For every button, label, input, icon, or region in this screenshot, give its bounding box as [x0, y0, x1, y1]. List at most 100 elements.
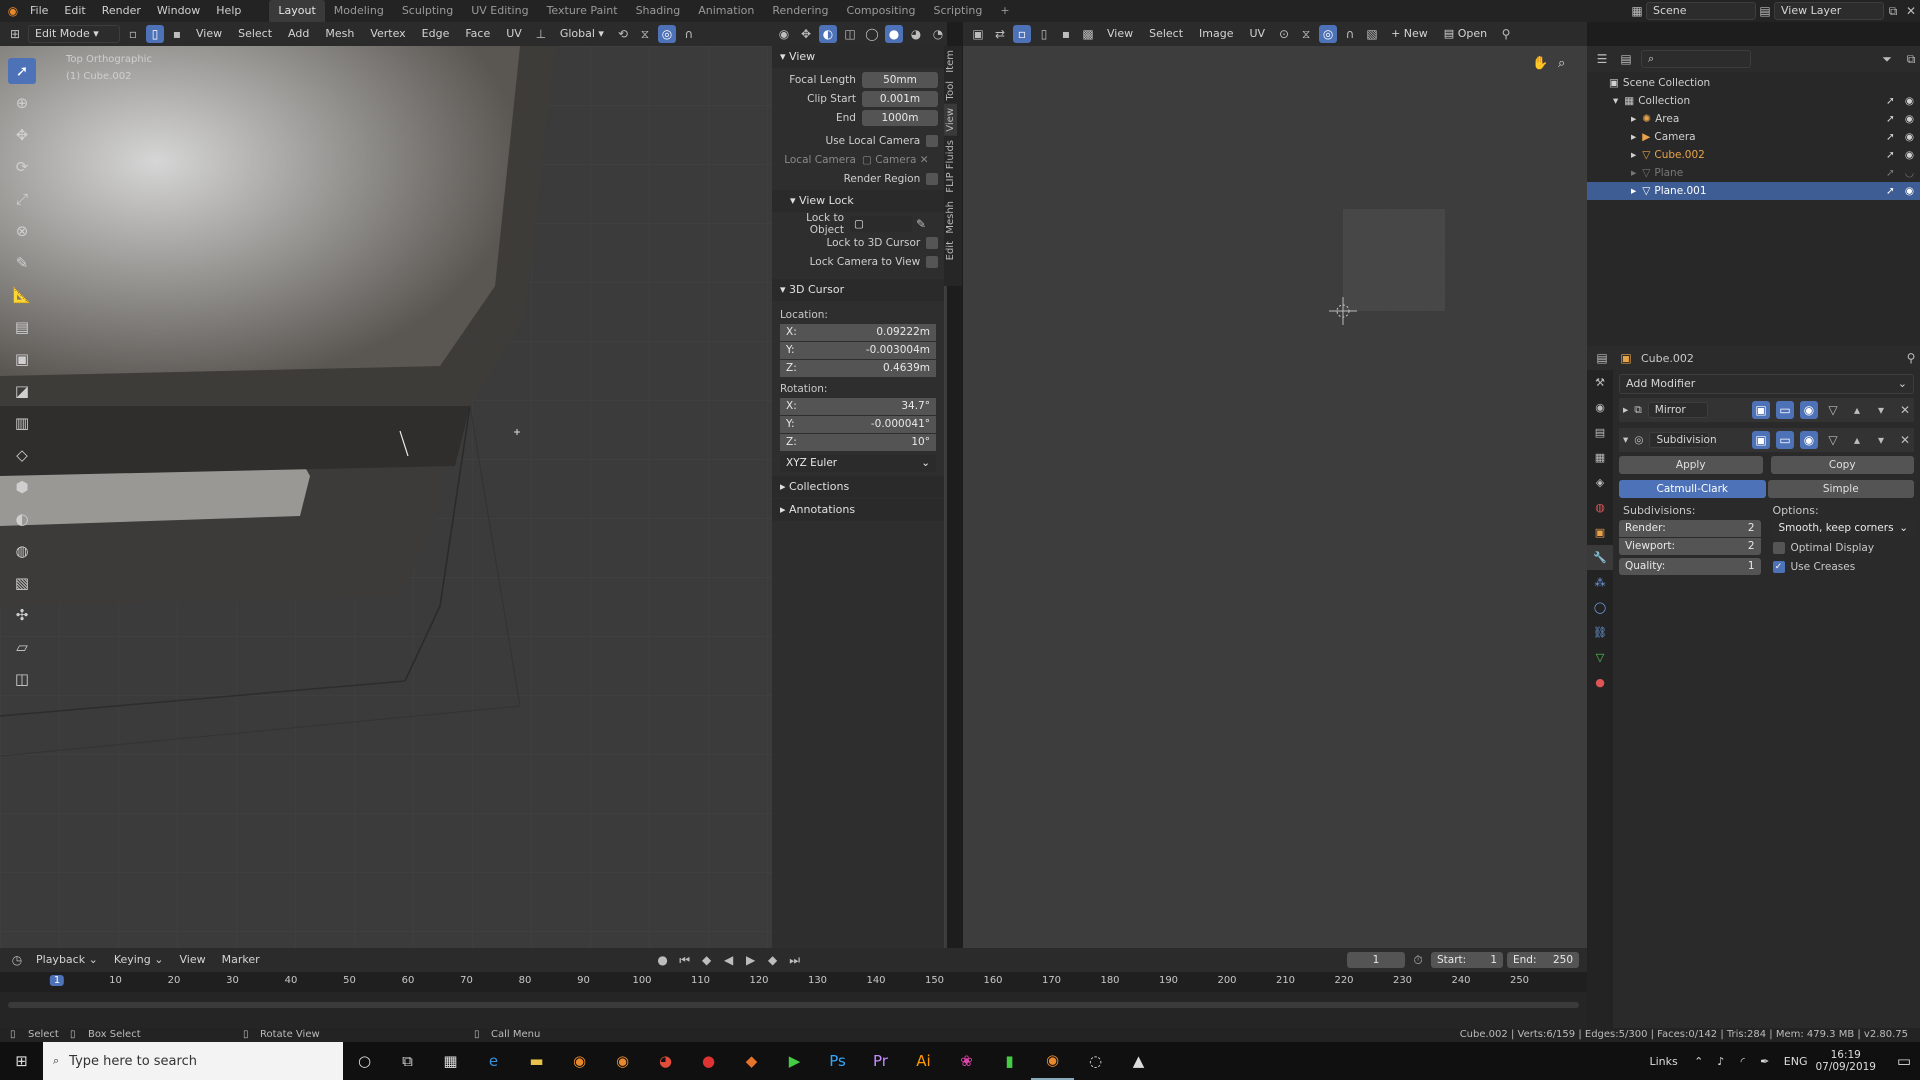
render-region-checkbox[interactable]: [926, 172, 938, 185]
visibility-icon[interactable]: ◉: [775, 25, 793, 43]
remove-icon[interactable]: ✕: [1896, 401, 1914, 419]
local-camera-field[interactable]: ▢ Camera ✕: [862, 154, 938, 166]
loop-cut-tool-icon[interactable]: ▥: [8, 410, 36, 436]
play-icon[interactable]: ▶: [742, 951, 760, 969]
collections-section-header[interactable]: ▸ Collections: [772, 476, 944, 498]
open-image-button[interactable]: ▤ Open: [1438, 22, 1493, 46]
cage-toggle-icon[interactable]: ▽: [1824, 401, 1842, 419]
move-tool-icon[interactable]: ✥: [8, 122, 36, 148]
view-section-header[interactable]: ▾ View: [772, 46, 944, 68]
clock[interactable]: 16:19 07/09/2019: [1815, 1049, 1876, 1073]
eyedropper-icon[interactable]: ✎: [912, 215, 930, 233]
move-down-icon[interactable]: ▾: [1872, 431, 1890, 449]
end-frame-field[interactable]: End: 250: [1507, 952, 1579, 968]
tray-up-icon[interactable]: ⌃: [1688, 1042, 1710, 1080]
catmull-clark-button[interactable]: Catmull-Clark: [1619, 480, 1766, 498]
photoshop-icon[interactable]: Ps: [816, 1042, 859, 1080]
tab-item[interactable]: Item: [944, 46, 957, 77]
jump-start-icon[interactable]: ⏮: [676, 951, 694, 969]
record-icon[interactable]: ●: [654, 951, 672, 969]
menu-marker[interactable]: Marker: [216, 948, 266, 972]
tab-flip-fluids[interactable]: FLIP Fluids: [944, 136, 957, 197]
tool-tab-icon[interactable]: ⚒: [1587, 370, 1613, 395]
pin-icon[interactable]: ⚲: [1497, 25, 1515, 43]
links-toolbar[interactable]: Links: [1650, 1055, 1678, 1068]
scene-tab-icon[interactable]: ◈: [1587, 470, 1613, 495]
uv-sync-icon[interactable]: ⇄: [991, 25, 1009, 43]
tab-view[interactable]: View: [944, 104, 957, 136]
use-local-camera-checkbox[interactable]: [926, 134, 938, 147]
illustrator-icon[interactable]: Ai: [902, 1042, 945, 1080]
rip-tool-icon[interactable]: ◫: [8, 666, 36, 692]
notification-icon[interactable]: ▭: [1888, 1042, 1920, 1080]
render-levels-field[interactable]: Render: 2: [1619, 520, 1761, 537]
render-toggle-icon[interactable]: ◉: [1800, 431, 1818, 449]
view-layer-tab-icon[interactable]: ▦: [1587, 445, 1613, 470]
timeline-menu-view[interactable]: View: [173, 948, 211, 972]
cursor-location-z[interactable]: Z: 0.4639m: [780, 360, 936, 377]
pivot-icon[interactable]: ⟲: [614, 25, 632, 43]
next-key-icon[interactable]: ◆: [764, 951, 782, 969]
blender-logo-icon[interactable]: ◉: [4, 2, 22, 20]
annotate-tool-icon[interactable]: ✎: [8, 250, 36, 276]
extrude-tool-icon[interactable]: ▤: [8, 314, 36, 340]
outliner-item-plane[interactable]: ▸ ▽ Plane ➚ ◡: [1587, 164, 1920, 182]
collapse-icon[interactable]: ▾: [1623, 434, 1628, 446]
zoom-icon[interactable]: ⌕: [1558, 56, 1565, 71]
vertex-select-icon[interactable]: ▫: [124, 25, 142, 43]
focal-length-field[interactable]: 50mm: [861, 71, 938, 88]
windows-start-icon[interactable]: ⊞: [0, 1042, 43, 1080]
uv-menu-view[interactable]: View: [1101, 22, 1139, 46]
edge-select-icon[interactable]: ▯: [146, 25, 164, 43]
pan-hand-icon[interactable]: ✋: [1532, 56, 1548, 71]
cursor-rotation-x[interactable]: X: 34.7°: [780, 398, 936, 415]
tab-tool[interactable]: Tool: [944, 77, 957, 104]
uv-vertex-icon[interactable]: ▫: [1013, 25, 1031, 43]
constraints-tab-icon[interactable]: ⛓: [1587, 620, 1613, 645]
use-creases-checkbox[interactable]: ✓: [1772, 560, 1785, 573]
tab-sculpting[interactable]: Sculpting: [393, 0, 462, 22]
volume-icon[interactable]: ♪: [1710, 1042, 1732, 1080]
keyframe-area[interactable]: [0, 992, 1587, 1016]
media-player-icon[interactable]: ▶: [773, 1042, 816, 1080]
face-select-icon[interactable]: ▪: [168, 25, 186, 43]
frame-ruler[interactable]: 1 10 20 30 40 50 60 70 80 90 100 110 120 130 140 150 160…: [0, 972, 1587, 992]
scene-icon[interactable]: ▦: [1628, 2, 1646, 20]
menu-render[interactable]: Render: [94, 0, 149, 22]
uv-edge-icon[interactable]: ▯: [1035, 25, 1053, 43]
move-down-icon[interactable]: ▾: [1872, 401, 1890, 419]
move-up-icon[interactable]: ▴: [1848, 431, 1866, 449]
menu-vertex[interactable]: Vertex: [364, 22, 411, 46]
jump-end-icon[interactable]: ⏭: [786, 951, 804, 969]
falloff-icon[interactable]: ∩: [680, 25, 698, 43]
view-layer-selector[interactable]: View Layer: [1774, 2, 1884, 20]
tab-shading[interactable]: Shading: [627, 0, 690, 22]
editor-type-icon[interactable]: ⊞: [6, 25, 24, 43]
outliner-item-area[interactable]: ▸ ✺ Area ➚ ◉: [1587, 110, 1920, 128]
expand-icon[interactable]: ▾: [1613, 92, 1618, 110]
edge-browser-icon[interactable]: e: [472, 1042, 515, 1080]
cortana-icon[interactable]: ○: [343, 1042, 386, 1080]
menu-help[interactable]: Help: [208, 0, 249, 22]
viewport-levels-field[interactable]: Viewport: 2: [1619, 538, 1761, 555]
tab-texture-paint[interactable]: Texture Paint: [538, 0, 627, 22]
select-icon[interactable]: ➚: [1886, 146, 1895, 164]
start-frame-field[interactable]: Start: 1: [1431, 952, 1503, 968]
scene-selector[interactable]: Scene: [1646, 2, 1756, 20]
uv-menu-select[interactable]: Select: [1143, 22, 1189, 46]
solid-shading-icon[interactable]: ●: [885, 25, 903, 43]
menu-mesh[interactable]: Mesh: [319, 22, 360, 46]
current-frame-marker[interactable]: 1: [49, 975, 65, 986]
mirror-name-field[interactable]: Mirror: [1647, 402, 1708, 418]
gizmo-icon[interactable]: ✥: [797, 25, 815, 43]
material-shading-icon[interactable]: ◕: [907, 25, 925, 43]
eye-icon[interactable]: ◉: [1905, 182, 1914, 200]
expand-icon[interactable]: ▸: [1623, 404, 1628, 416]
tab-compositing[interactable]: Compositing: [838, 0, 925, 22]
uv-proportional-icon[interactable]: ◎: [1319, 25, 1338, 43]
copy-icon[interactable]: ⧉: [1884, 2, 1902, 20]
particles-tab-icon[interactable]: ⁂: [1587, 570, 1613, 595]
prev-key-icon[interactable]: ◆: [698, 951, 716, 969]
blender-app-2-icon[interactable]: ◉: [601, 1042, 644, 1080]
steam-icon[interactable]: ◌: [1074, 1042, 1117, 1080]
